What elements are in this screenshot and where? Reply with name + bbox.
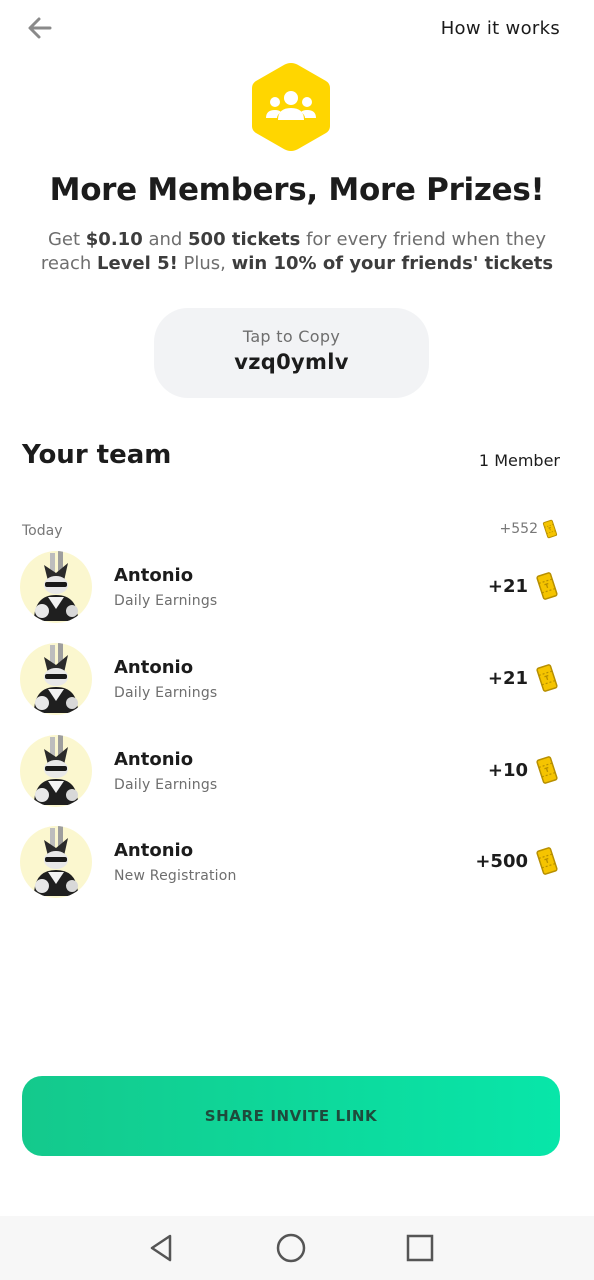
how-it-works-link[interactable]: How it works bbox=[441, 18, 560, 39]
avatar bbox=[20, 735, 92, 807]
desc-level: Level 5! bbox=[97, 253, 178, 274]
ticket-icon bbox=[536, 756, 558, 784]
desc-bonus: win 10% of your friends' tickets bbox=[231, 253, 554, 274]
earning-type: Daily Earnings bbox=[114, 593, 218, 609]
day-total: +552 bbox=[500, 519, 558, 539]
nav-recents-icon bbox=[406, 1234, 434, 1262]
team-badge bbox=[248, 60, 334, 154]
reward-description: Get $0.10 and 500 tickets for every frie… bbox=[40, 228, 554, 276]
avatar bbox=[20, 643, 92, 715]
nav-recents-button[interactable] bbox=[404, 1232, 436, 1264]
nav-home-icon bbox=[276, 1233, 306, 1263]
earning-type: Daily Earnings bbox=[114, 777, 218, 793]
avatar bbox=[20, 551, 92, 623]
team-entry: Antonio Daily Earnings +10 bbox=[0, 735, 594, 815]
ticket-amount-value: +500 bbox=[475, 850, 528, 872]
team-entry: Antonio Daily Earnings +21 bbox=[0, 551, 594, 631]
nav-back-icon bbox=[150, 1234, 172, 1262]
copy-hint: Tap to Copy bbox=[242, 327, 341, 346]
ticket-amount-value: +10 bbox=[487, 759, 528, 781]
ticket-amount: +21 bbox=[488, 663, 558, 693]
desc-text: Get bbox=[47, 229, 86, 250]
ticket-icon bbox=[542, 519, 558, 539]
desc-amount: $0.10 bbox=[85, 229, 143, 250]
team-title: Your team bbox=[22, 440, 172, 470]
desc-text: Plus, bbox=[177, 253, 232, 274]
earning-type: Daily Earnings bbox=[114, 685, 218, 701]
team-entry: Antonio Daily Earnings +21 bbox=[0, 643, 594, 723]
team-entry: Antonio New Registration +500 bbox=[0, 826, 594, 906]
avatar bbox=[20, 826, 92, 898]
ticket-icon bbox=[536, 664, 558, 692]
back-button[interactable] bbox=[22, 10, 58, 46]
member-name: Antonio bbox=[114, 840, 194, 861]
member-count: 1 Member bbox=[478, 451, 560, 470]
team-icon bbox=[252, 63, 330, 151]
page-title: More Members, More Prizes! bbox=[49, 172, 545, 208]
ticket-amount: +500 bbox=[475, 846, 558, 876]
ticket-amount-value: +21 bbox=[487, 667, 528, 689]
member-name: Antonio bbox=[114, 565, 194, 586]
member-name: Antonio bbox=[114, 749, 194, 770]
share-button-label: SHARE INVITE LINK bbox=[204, 1107, 378, 1125]
day-label: Today bbox=[22, 523, 63, 539]
ticket-amount-value: +21 bbox=[487, 575, 528, 597]
member-name: Antonio bbox=[114, 657, 194, 678]
share-invite-link-button[interactable]: SHARE INVITE LINK bbox=[22, 1076, 560, 1156]
ticket-amount: +21 bbox=[488, 571, 558, 601]
nav-back-button[interactable] bbox=[146, 1232, 178, 1264]
ticket-icon bbox=[536, 847, 558, 875]
earning-type: New Registration bbox=[114, 868, 237, 884]
nav-home-button[interactable] bbox=[275, 1232, 307, 1264]
system-navigation-bar bbox=[0, 1216, 594, 1280]
referral-code: vzq0ymlv bbox=[234, 350, 349, 374]
arrow-left-icon bbox=[28, 17, 52, 39]
day-total-value: +552 bbox=[499, 521, 538, 537]
ticket-amount: +10 bbox=[488, 755, 558, 785]
desc-text: and bbox=[142, 229, 189, 250]
desc-tickets: 500 tickets bbox=[188, 229, 301, 250]
referral-code-copy-button[interactable]: Tap to Copy vzq0ymlv bbox=[154, 308, 429, 398]
ticket-icon bbox=[536, 572, 558, 600]
